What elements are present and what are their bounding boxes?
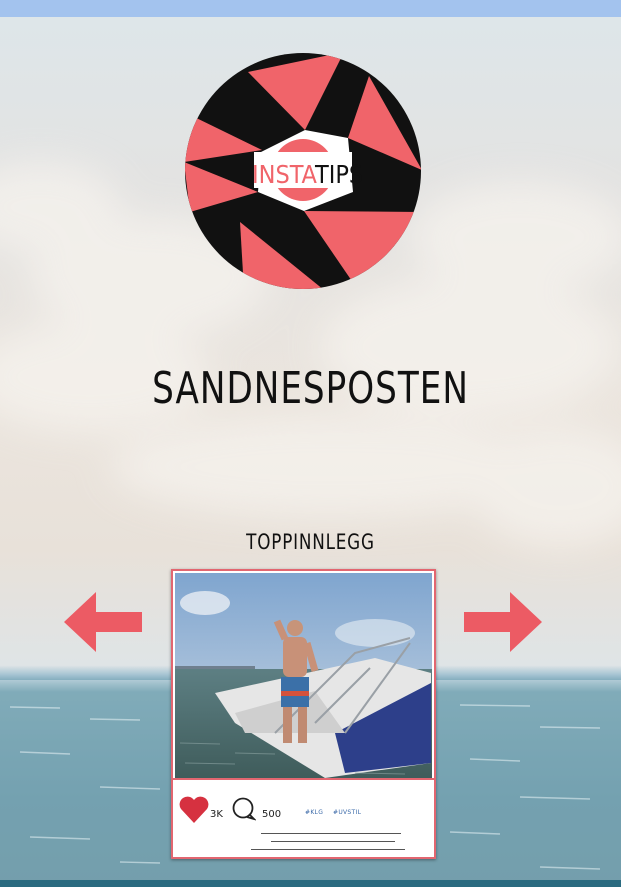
caption-line (261, 833, 401, 834)
caption-line (251, 849, 405, 850)
hashtag[interactable]: #KLG (305, 809, 323, 816)
arrow-right-icon[interactable] (464, 592, 542, 652)
comment-icon[interactable] (232, 797, 256, 821)
instatips-logo: INSTATIPS (185, 53, 421, 289)
likes-count: 3K (210, 809, 223, 820)
post-card[interactable]: 3K 500 #KLG #UVSTIL (171, 569, 436, 859)
top-bar (0, 0, 621, 17)
arrow-left-icon[interactable] (64, 592, 142, 652)
brand-title: SANDNESPOSTEN (152, 362, 469, 414)
hashtag[interactable]: #UVSTIL (333, 809, 361, 816)
caption-line (271, 841, 395, 842)
section-title: TOPPINNLEGG (246, 530, 375, 554)
comments-count: 500 (262, 809, 282, 820)
post-footer: 3K 500 #KLG #UVSTIL (173, 778, 434, 857)
heart-icon[interactable] (179, 796, 209, 823)
post-photo[interactable] (175, 573, 432, 778)
logo-word: INSTATIPS (252, 160, 363, 189)
